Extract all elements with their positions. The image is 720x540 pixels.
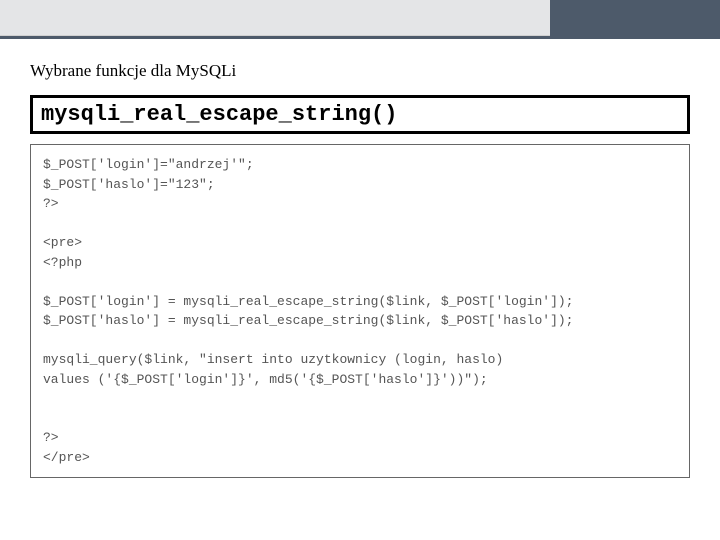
section-title: Wybrane funkcje dla MySQLi	[30, 61, 690, 81]
slide-content: Wybrane funkcje dla MySQLi mysqli_real_e…	[0, 39, 720, 478]
topbar-dark-segment	[550, 0, 720, 36]
function-header-box: mysqli_real_escape_string()	[30, 95, 690, 134]
code-block: $_POST['login']="andrzej'"; $_POST['hasl…	[30, 144, 690, 478]
slide-topbar	[0, 0, 720, 36]
topbar-light-segment	[0, 0, 550, 36]
